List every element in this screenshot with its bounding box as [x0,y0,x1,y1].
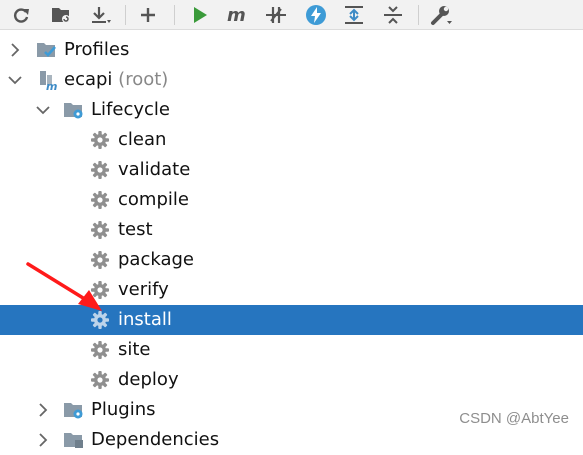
gear-icon [90,280,110,300]
gear-icon [90,310,110,330]
gear-icon [90,220,110,240]
tree-row-project-ecapi[interactable]: m ecapi (root) [0,65,583,95]
tree-row-profiles[interactable]: Profiles [0,35,583,65]
lifecycle-phase-site[interactable]: site [0,335,583,365]
chevron-right-icon[interactable] [35,402,51,418]
gear-icon [90,160,110,180]
tree-label-dependencies: Dependencies [91,429,220,450]
collapse-all-icon[interactable] [381,3,405,27]
maven-module-icon: m [38,70,58,93]
phase-label: compile [118,189,189,210]
phase-label: site [118,339,151,360]
maven-toolbar: m [0,0,583,30]
lifecycle-phase-verify[interactable]: verify [0,275,583,305]
lifecycle-phase-install[interactable]: install [0,305,583,335]
profiles-folder-icon [36,40,56,60]
lifecycle-phase-compile[interactable]: compile [0,185,583,215]
tree-label-project: ecapi [64,69,113,90]
expand-all-icon[interactable] [342,3,366,27]
chevron-down-icon[interactable] [7,72,23,88]
lifecycle-folder-icon [63,100,83,120]
tree-label-profiles: Profiles [64,39,130,60]
wrench-icon[interactable] [430,3,454,27]
lifecycle-phase-test[interactable]: test [0,215,583,245]
gear-icon [90,190,110,210]
chevron-down-icon[interactable] [35,102,51,118]
download-icon[interactable] [89,3,113,27]
lifecycle-phase-validate[interactable]: validate [0,155,583,185]
phase-label: deploy [118,369,179,390]
gear-icon [90,370,110,390]
refresh-icon[interactable] [9,3,33,27]
lifecycle-phase-clean[interactable]: clean [0,125,583,155]
gear-icon [90,340,110,360]
phase-label: package [118,249,194,270]
phase-label: test [118,219,153,240]
tree-row-dependencies[interactable]: Dependencies [0,425,583,455]
toggle-offline-icon[interactable] [264,3,288,27]
tree-label-plugins: Plugins [91,399,156,420]
lifecycle-phase-deploy[interactable]: deploy [0,365,583,395]
run-icon[interactable] [188,3,212,27]
phase-label: clean [118,129,167,150]
chevron-right-icon[interactable] [35,432,51,448]
gear-icon [90,130,110,150]
tree-label-root-suffix: (root) [118,69,169,90]
lightning-icon[interactable] [304,3,328,27]
svg-text:m: m [227,6,246,24]
tree-label-lifecycle: Lifecycle [91,99,170,120]
chevron-right-icon[interactable] [7,42,23,58]
tree-row-lifecycle[interactable]: Lifecycle [0,95,583,125]
reimport-folder-icon[interactable] [50,3,74,27]
add-icon[interactable] [136,3,160,27]
gear-icon [90,250,110,270]
dependencies-folder-icon [63,430,83,450]
phase-label: validate [118,159,191,180]
lifecycle-phase-package[interactable]: package [0,245,583,275]
watermark: CSDN @AbtYee [459,410,569,427]
maven-goal-icon[interactable]: m [226,3,250,27]
phase-label: install [118,309,172,330]
phase-label: verify [118,279,169,300]
svg-text:m: m [46,80,57,90]
plugins-folder-icon [63,400,83,420]
